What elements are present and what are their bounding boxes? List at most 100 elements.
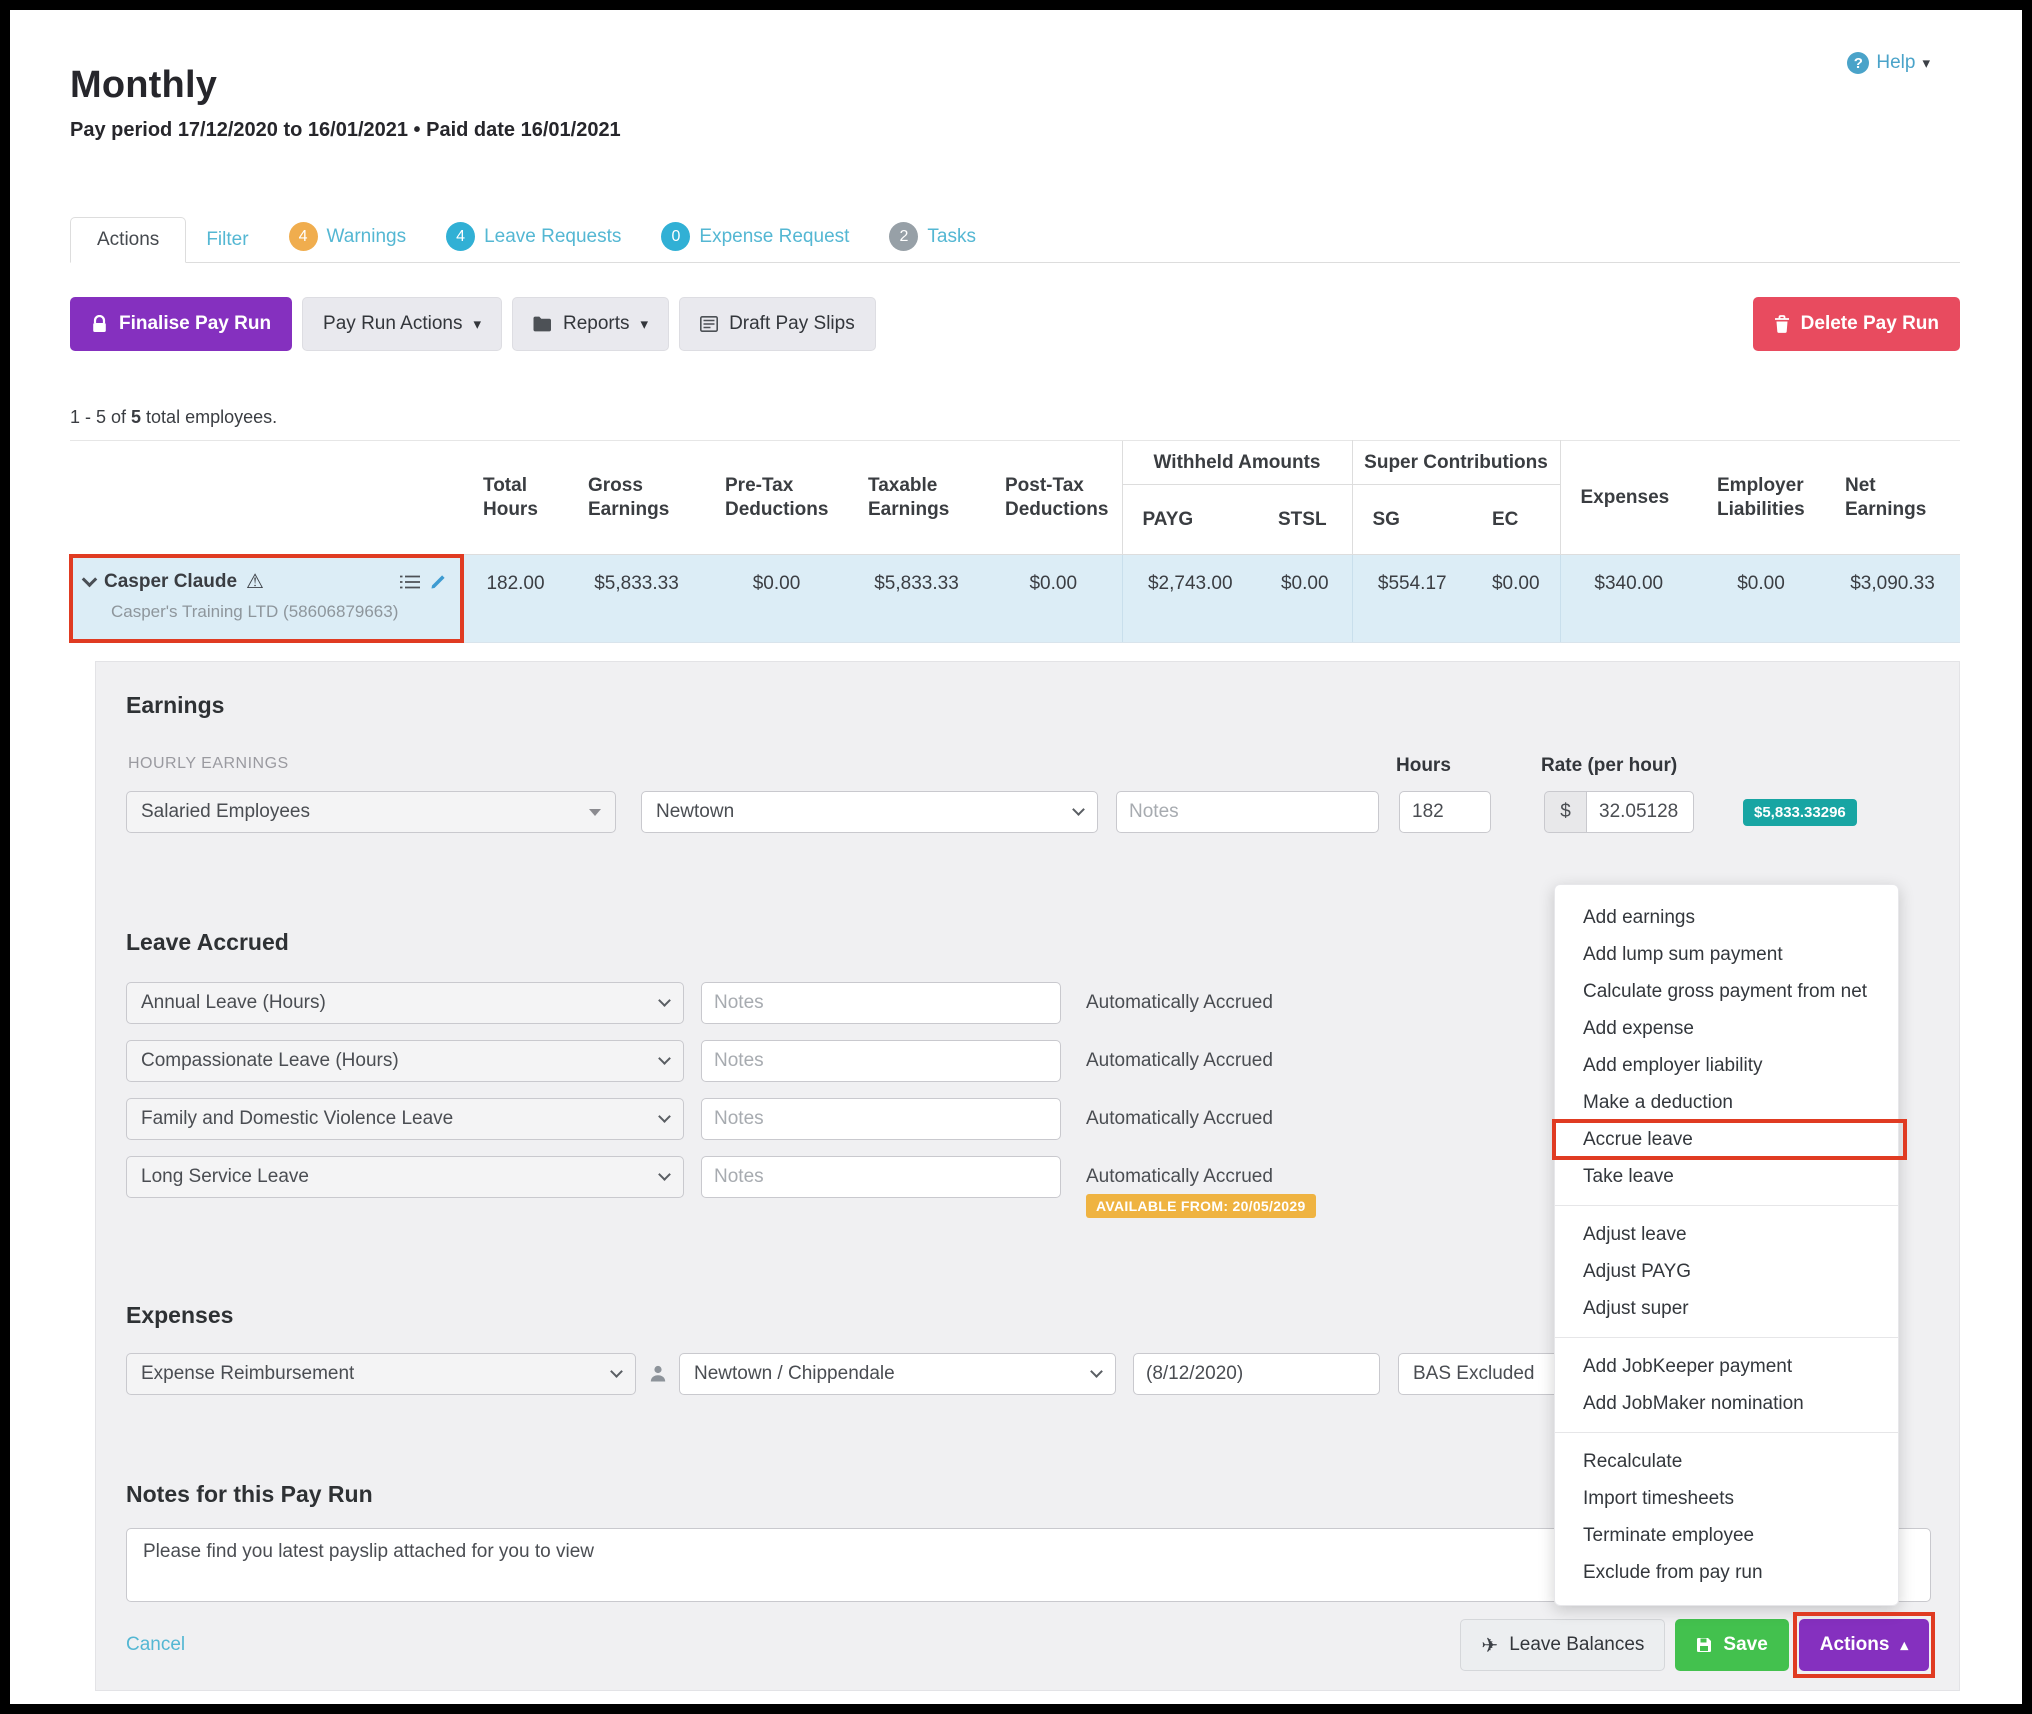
currency-addon: $ <box>1544 791 1586 833</box>
toolbar: Finalise Pay Run Pay Run Actions ▾ Repor… <box>70 297 1960 351</box>
employee-row: Casper Claude ⚠ Casper's Training LTD (5… <box>69 554 1960 643</box>
draft-pay-slips-button[interactable]: Draft Pay Slips <box>679 297 876 351</box>
button-label: Leave Balances <box>1509 1634 1645 1655</box>
employee-name-line: Casper Claude ⚠ <box>81 571 449 593</box>
earnings-notes-input[interactable] <box>1116 791 1379 833</box>
status-text: Automatically Accrued <box>1086 1166 1273 1187</box>
pay-slips-icon <box>700 316 719 332</box>
leave-notes-input[interactable] <box>701 982 1061 1024</box>
tab-filter[interactable]: Filter <box>186 218 268 262</box>
menu-item-take-leave[interactable]: Take leave <box>1555 1158 1898 1195</box>
tab-leave-requests[interactable]: 4 Leave Requests <box>426 211 641 262</box>
menu-divider <box>1555 1205 1898 1206</box>
earnings-location-select[interactable]: Newtown <box>641 791 1098 833</box>
menu-item-import-timesheets[interactable]: Import timesheets <box>1555 1480 1898 1517</box>
leave-notes-input[interactable] <box>701 1040 1061 1082</box>
leave-type-select[interactable]: Compassionate Leave (Hours) <box>126 1040 684 1082</box>
selected-value: Family and Domestic Violence Leave <box>141 1108 454 1129</box>
status-text: Automatically Accrued <box>1086 1050 1273 1071</box>
value-post-tax-deductions: $0.00 <box>985 554 1122 643</box>
button-label: Finalise Pay Run <box>119 313 272 334</box>
cancel-link[interactable]: Cancel <box>126 1634 185 1656</box>
selected-value: BAS Excluded <box>1413 1363 1535 1384</box>
employee-company: Casper's Training LTD (58606879663) <box>111 602 399 621</box>
tab-warnings[interactable]: 4 Warnings <box>269 211 427 262</box>
expense-location-select[interactable]: Newtown / Chippendale <box>679 1353 1116 1395</box>
pay-category-select[interactable]: Salaried Employees <box>126 791 616 833</box>
value-expenses: $340.00 <box>1559 554 1697 643</box>
value-total-hours: 182.00 <box>463 554 568 643</box>
leave-type-select[interactable]: Family and Domestic Violence Leave <box>126 1098 684 1140</box>
menu-item-add-earnings[interactable]: Add earnings <box>1555 899 1898 936</box>
menu-item-adjust-super[interactable]: Adjust super <box>1555 1290 1898 1327</box>
value-sg: $554.17 <box>1351 554 1472 643</box>
expense-date-input[interactable] <box>1133 1353 1380 1395</box>
leave-notes-input[interactable] <box>701 1156 1061 1198</box>
lock-icon <box>91 314 108 334</box>
chevron-down-icon[interactable] <box>81 571 98 588</box>
chevron-down-icon <box>610 1365 623 1378</box>
menu-item-add-expense[interactable]: Add expense <box>1555 1010 1898 1047</box>
menu-item-make-a-deduction[interactable]: Make a deduction <box>1555 1084 1898 1121</box>
button-label: Draft Pay Slips <box>729 313 855 334</box>
chevron-down-icon <box>658 994 671 1007</box>
selected-value: Compassionate Leave (Hours) <box>141 1050 399 1071</box>
tab-actions[interactable]: Actions <box>70 217 187 263</box>
menu-divider <box>1555 1337 1898 1338</box>
trash-icon <box>1774 315 1790 333</box>
earnings-rate-input[interactable] <box>1586 791 1694 833</box>
chevron-down-icon <box>589 808 601 816</box>
annotation-box-employee <box>69 554 464 643</box>
button-label: Save <box>1723 1634 1768 1655</box>
employee-cell[interactable]: Casper Claude ⚠ Casper's Training LTD (5… <box>69 554 464 643</box>
reports-button[interactable]: Reports ▾ <box>512 297 670 351</box>
hourly-earnings-label: HOURLY EARNINGS <box>128 755 289 772</box>
edit-pencil-icon[interactable] <box>430 573 447 590</box>
menu-item-calculate-gross-payment-from-net[interactable]: Calculate gross payment from net <box>1555 973 1898 1010</box>
menu-item-terminate-employee[interactable]: Terminate employee <box>1555 1517 1898 1554</box>
warning-icon: ⚠ <box>246 571 264 593</box>
tab-expense-request[interactable]: 0 Expense Request <box>641 211 869 262</box>
chevron-down-icon <box>1072 803 1085 816</box>
menu-item-add-lump-sum-payment[interactable]: Add lump sum payment <box>1555 936 1898 973</box>
earnings-heading: Earnings <box>126 692 225 718</box>
actions-button[interactable]: Actions ▴ <box>1798 1619 1929 1671</box>
button-label: Reports <box>563 313 630 334</box>
page-title: Monthly <box>70 64 218 106</box>
menu-item-exclude-from-pay-run[interactable]: Exclude from pay run <box>1555 1554 1898 1591</box>
column-header-net-earnings: Net Earnings <box>1825 440 1960 555</box>
leave-balances-button[interactable]: ✈ Leave Balances <box>1460 1619 1666 1671</box>
expense-category-select[interactable]: Expense Reimbursement <box>126 1353 636 1395</box>
payslip-list-icon[interactable] <box>400 575 420 589</box>
leave-type-select[interactable]: Annual Leave (Hours) <box>126 982 684 1024</box>
leave-notes-input[interactable] <box>701 1098 1061 1140</box>
tab-label: Leave Requests <box>484 225 622 247</box>
column-header-pre-tax-deductions: Pre-Tax Deductions <box>705 440 848 555</box>
employee-row-icons <box>400 573 447 590</box>
chevron-down-icon <box>658 1168 671 1181</box>
menu-item-recalculate[interactable]: Recalculate <box>1555 1443 1898 1480</box>
status-text: Automatically Accrued <box>1086 992 1273 1013</box>
menu-item-add-jobkeeper-payment[interactable]: Add JobKeeper payment <box>1555 1348 1898 1385</box>
menu-item-add-jobmaker-nomination[interactable]: Add JobMaker nomination <box>1555 1385 1898 1422</box>
delete-pay-run-button[interactable]: Delete Pay Run <box>1752 297 1960 351</box>
tab-tasks[interactable]: 2 Tasks <box>869 211 996 262</box>
column-header-stsl: STSL <box>1258 484 1352 555</box>
earnings-hours-input[interactable] <box>1399 791 1491 833</box>
leave-requests-count-badge: 4 <box>446 222 476 251</box>
employee-name: Casper Claude <box>104 571 238 592</box>
column-header-employer-liabilities: Employer Liabilities <box>1697 440 1825 555</box>
save-button[interactable]: Save <box>1675 1619 1789 1671</box>
caret-down-icon: ▾ <box>473 316 481 333</box>
page-content: Monthly Pay period 17/12/2020 to 16/01/2… <box>10 10 2022 1691</box>
menu-item-adjust-leave[interactable]: Adjust leave <box>1555 1216 1898 1253</box>
finalise-pay-run-button[interactable]: Finalise Pay Run <box>70 297 293 351</box>
menu-item-accrue-leave[interactable]: Accrue leave <box>1552 1119 1907 1160</box>
pay-run-table: Total Hours Gross Earnings Pre-Tax Deduc… <box>69 440 1960 643</box>
leave-type-select[interactable]: Long Service Leave <box>126 1156 684 1198</box>
menu-item-add-employer-liability[interactable]: Add employer liability <box>1555 1047 1898 1084</box>
earnings-total-badge: $5,833.33296 <box>1743 799 1857 826</box>
menu-item-adjust-payg[interactable]: Adjust PAYG <box>1555 1253 1898 1290</box>
save-icon <box>1696 1637 1712 1653</box>
pay-run-actions-button[interactable]: Pay Run Actions ▾ <box>302 297 502 351</box>
